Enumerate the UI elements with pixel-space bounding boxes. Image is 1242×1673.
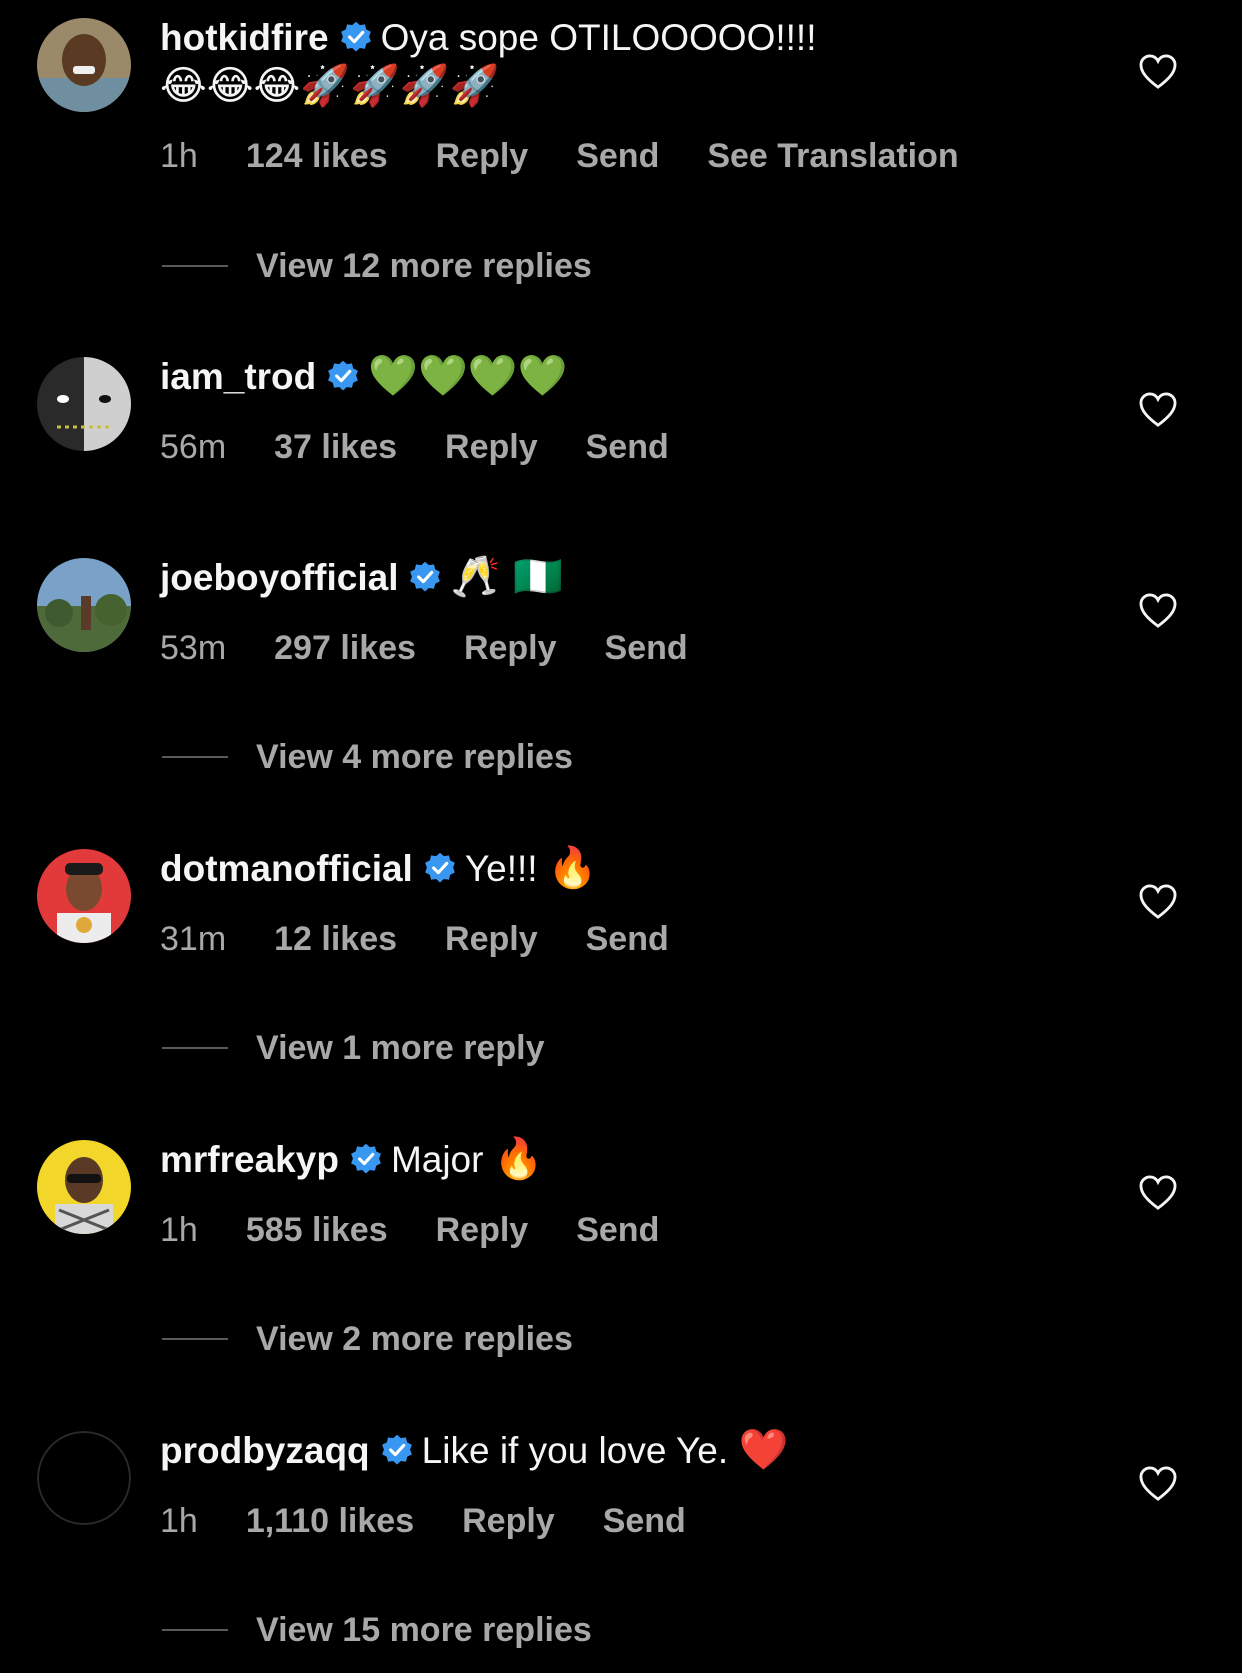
reply-button[interactable]: Reply: [436, 137, 529, 175]
heart-outline-icon[interactable]: [1139, 54, 1177, 90]
comment-body: hotkidfire Oya sope OTILOOOOO!!!!: [160, 14, 1060, 62]
reply-button[interactable]: Reply: [436, 1211, 529, 1249]
username[interactable]: dotmanofficial: [160, 848, 413, 889]
comment-meta: 31m 12 likes Reply Send: [160, 919, 717, 959]
verified-badge-icon: [340, 21, 371, 52]
view-replies-label: View 1 more reply: [256, 1028, 545, 1067]
username[interactable]: joeboyofficial: [160, 557, 398, 598]
avatar[interactable]: [37, 18, 131, 112]
avatar[interactable]: [37, 558, 131, 652]
comment-text: Ye!!!: [464, 848, 538, 889]
replies-divider: [162, 1629, 228, 1631]
reply-button[interactable]: Reply: [445, 920, 538, 958]
avatar[interactable]: [37, 849, 131, 943]
username[interactable]: prodbyzaqq: [160, 1430, 370, 1471]
heart-outline-icon[interactable]: [1139, 593, 1177, 629]
comment-body: dotmanofficial Ye!!! 🔥: [160, 844, 1060, 893]
send-button[interactable]: Send: [576, 1211, 659, 1249]
reply-button[interactable]: Reply: [462, 1502, 555, 1540]
comment-time: 53m: [160, 629, 227, 667]
username[interactable]: iam_trod: [160, 356, 316, 397]
comment-body: prodbyzaqq Like if you love Ye. ❤️: [160, 1426, 1060, 1475]
comment-meta: 56m 37 likes Reply Send: [160, 427, 717, 467]
comment-emoji: ❤️: [738, 1427, 789, 1473]
reply-button[interactable]: Reply: [464, 629, 557, 667]
comment-emoji: 😂😂😂🚀🚀🚀🚀: [160, 63, 500, 109]
view-replies-label: View 12 more replies: [256, 246, 592, 285]
view-replies-label: View 4 more replies: [256, 737, 573, 776]
comment-emoji: 🔥: [493, 1136, 544, 1182]
comment-emoji: 🥂 🇳🇬: [450, 554, 563, 600]
view-replies-button[interactable]: View 4 more replies: [162, 737, 573, 777]
view-replies-label: View 15 more replies: [256, 1610, 592, 1649]
avatar[interactable]: [37, 1140, 131, 1234]
likes-count[interactable]: 1,110 likes: [246, 1502, 414, 1540]
comment-meta: 1h 1,110 likes Reply Send: [160, 1501, 734, 1541]
likes-count[interactable]: 585 likes: [246, 1211, 388, 1249]
comment-meta: 53m 297 likes Reply Send: [160, 628, 736, 668]
likes-count[interactable]: 297 likes: [274, 629, 416, 667]
send-button[interactable]: Send: [586, 920, 669, 958]
likes-count[interactable]: 124 likes: [246, 137, 388, 175]
comment-text: Oya sope OTILOOOOO!!!!: [380, 17, 817, 58]
replies-divider: [162, 1338, 228, 1340]
avatar[interactable]: [37, 1431, 131, 1525]
view-replies-button[interactable]: View 2 more replies: [162, 1319, 573, 1359]
replies-divider: [162, 265, 228, 267]
view-replies-button[interactable]: View 15 more replies: [162, 1610, 592, 1650]
see-translation-button[interactable]: See Translation: [707, 137, 958, 175]
comment-emoji: 💚💚💚💚: [368, 353, 568, 399]
comment-text: Major: [390, 1139, 484, 1180]
view-replies-button[interactable]: View 1 more reply: [162, 1028, 545, 1068]
comment-meta: 1h 585 likes Reply Send: [160, 1210, 707, 1250]
send-button[interactable]: Send: [586, 428, 669, 466]
verified-badge-icon: [328, 360, 359, 391]
comment-body: joeboyofficial 🥂 🇳🇬: [160, 553, 1060, 602]
verified-badge-icon: [410, 561, 441, 592]
comment-time: 1h: [160, 137, 198, 175]
comment-text: Like if you love Ye.: [421, 1430, 729, 1471]
verified-badge-icon: [424, 852, 455, 883]
comment-meta: 1h 124 likes Reply Send See Translation: [160, 136, 1007, 176]
heart-outline-icon[interactable]: [1139, 392, 1177, 428]
send-button[interactable]: Send: [605, 629, 688, 667]
comment-body: mrfreakyp Major 🔥: [160, 1135, 1060, 1184]
reply-button[interactable]: Reply: [445, 428, 538, 466]
comment-time: 1h: [160, 1502, 198, 1540]
replies-divider: [162, 1047, 228, 1049]
comment-time: 56m: [160, 428, 227, 466]
comment-body: iam_trod 💚💚💚💚: [160, 352, 1060, 401]
username[interactable]: mrfreakyp: [160, 1139, 339, 1180]
verified-badge-icon: [381, 1434, 412, 1465]
view-replies-button[interactable]: View 12 more replies: [162, 246, 592, 286]
heart-outline-icon[interactable]: [1139, 1175, 1177, 1211]
likes-count[interactable]: 12 likes: [274, 920, 397, 958]
comment-emoji: 🔥: [547, 845, 598, 891]
heart-outline-icon[interactable]: [1139, 1466, 1177, 1502]
comment-time: 1h: [160, 1211, 198, 1249]
avatar[interactable]: [37, 357, 131, 451]
comment-time: 31m: [160, 920, 227, 958]
likes-count[interactable]: 37 likes: [274, 428, 397, 466]
replies-divider: [162, 756, 228, 758]
send-button[interactable]: Send: [576, 137, 659, 175]
username[interactable]: hotkidfire: [160, 17, 329, 58]
view-replies-label: View 2 more replies: [256, 1319, 573, 1358]
heart-outline-icon[interactable]: [1139, 884, 1177, 920]
verified-badge-icon: [351, 1143, 381, 1174]
send-button[interactable]: Send: [603, 1502, 686, 1540]
